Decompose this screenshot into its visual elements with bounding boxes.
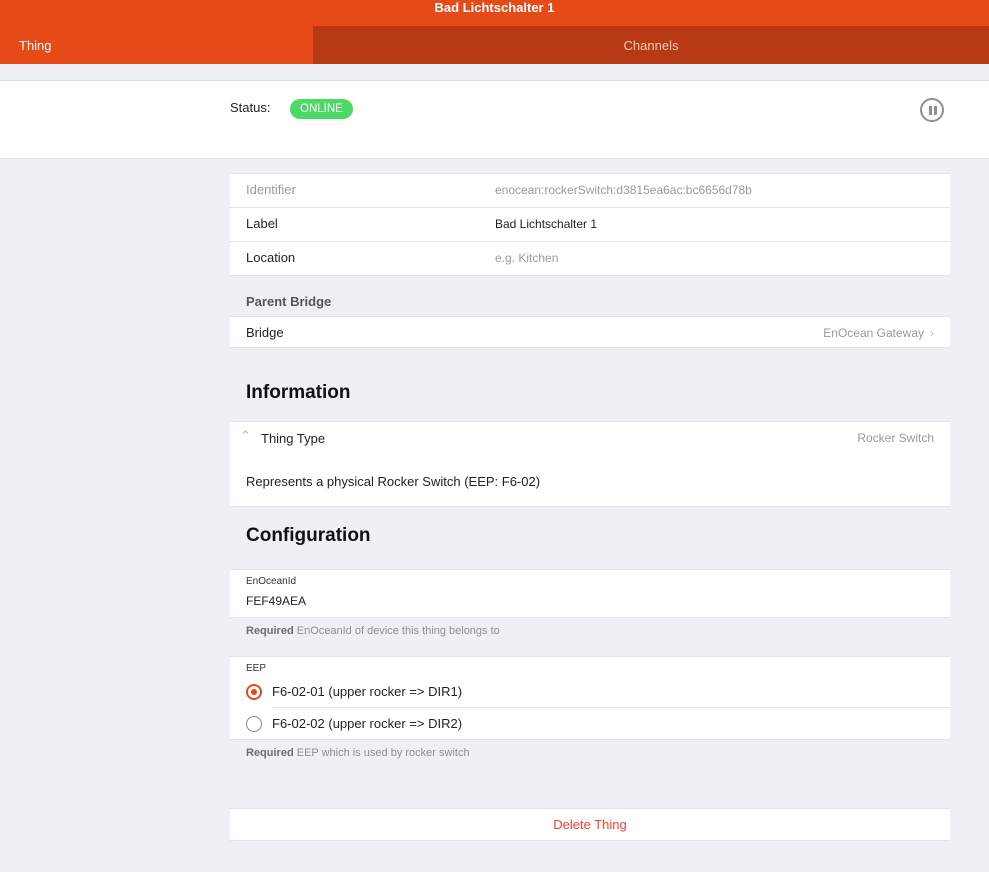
bridge-value: EnOcean Gateway bbox=[823, 326, 924, 340]
page-title: Bad Lichtschalter 1 bbox=[434, 0, 555, 15]
thing-type-label[interactable]: Thing Type bbox=[261, 431, 325, 446]
thing-properties-card: Identifier enocean:rockerSwitch:d3815ea6… bbox=[230, 173, 950, 276]
eep-required: Required bbox=[246, 747, 294, 759]
eep-option-label[interactable]: F6-02-01 (upper rocker => DIR1) bbox=[272, 684, 462, 699]
delete-card: Delete Thing bbox=[230, 808, 950, 841]
delete-thing-button[interactable]: Delete Thing bbox=[230, 809, 950, 840]
label-input[interactable]: Bad Lichtschalter 1 bbox=[495, 217, 597, 231]
label-field-label: Label bbox=[246, 216, 278, 231]
pause-button[interactable] bbox=[920, 98, 944, 122]
enoceanid-label: EnOceanId bbox=[246, 576, 297, 587]
eep-label: EEP bbox=[246, 663, 267, 674]
label-row[interactable]: Label Bad Lichtschalter 1 bbox=[230, 208, 950, 242]
eep-hint: Required EEP which is used by rocker swi… bbox=[246, 747, 470, 759]
eep-field: EEP F6-02-01 (upper rocker => DIR1) F6-0… bbox=[230, 656, 950, 740]
radio-unselected[interactable] bbox=[246, 716, 262, 732]
identifier-label: Identifier bbox=[246, 182, 296, 197]
parent-bridge-heading: Parent Bridge bbox=[246, 294, 332, 309]
thing-type-value: Rocker Switch bbox=[857, 431, 934, 445]
eep-hint-text: EEP which is used by rocker switch bbox=[296, 747, 470, 759]
radio-selected[interactable] bbox=[246, 684, 262, 700]
title-bar: Bad Lichtschalter 1 bbox=[0, 0, 989, 26]
enoceanid-required: Required bbox=[246, 625, 294, 637]
bridge-card: Bridge EnOcean Gateway › bbox=[230, 316, 950, 348]
chevron-right-icon: › bbox=[930, 326, 934, 340]
chevron-up-icon[interactable]: ⌃ bbox=[240, 428, 251, 444]
tab-bar: Thing Channels bbox=[0, 26, 989, 64]
eep-option-label[interactable]: F6-02-02 (upper rocker => DIR2) bbox=[272, 716, 462, 731]
enoceanid-input[interactable]: FEF49AEA bbox=[246, 594, 306, 608]
configuration-heading: Configuration bbox=[246, 525, 371, 546]
tab-thing[interactable]: Thing bbox=[0, 26, 313, 64]
thing-type-description: Represents a physical Rocker Switch (EEP… bbox=[246, 474, 541, 489]
bridge-label: Bridge bbox=[246, 325, 284, 340]
bridge-row[interactable]: Bridge EnOcean Gateway › bbox=[230, 317, 950, 348]
identifier-row: Identifier enocean:rockerSwitch:d3815ea6… bbox=[230, 173, 950, 208]
location-field-label: Location bbox=[246, 250, 296, 265]
location-input[interactable]: e.g. Kitchen bbox=[495, 251, 558, 265]
location-row[interactable]: Location e.g. Kitchen bbox=[230, 242, 950, 276]
information-heading: Information bbox=[246, 382, 351, 403]
identifier-value: enocean:rockerSwitch:d3815ea6ac:bc6656d7… bbox=[495, 183, 752, 197]
status-badge: ONLINE bbox=[290, 99, 353, 119]
tab-channels[interactable]: Channels bbox=[313, 26, 989, 64]
enoceanid-field[interactable]: EnOceanId FEF49AEA bbox=[230, 569, 950, 618]
enoceanid-hint-text: EnOceanId of device this thing belongs t… bbox=[296, 625, 500, 637]
information-card: ⌃ Thing Type Rocker Switch Represents a … bbox=[230, 421, 950, 507]
enoceanid-hint: Required EnOceanId of device this thing … bbox=[246, 625, 500, 637]
status-label: Status: bbox=[230, 100, 271, 115]
bridge-link[interactable]: EnOcean Gateway › bbox=[823, 326, 934, 340]
status-panel: Status: ONLINE bbox=[0, 80, 989, 159]
